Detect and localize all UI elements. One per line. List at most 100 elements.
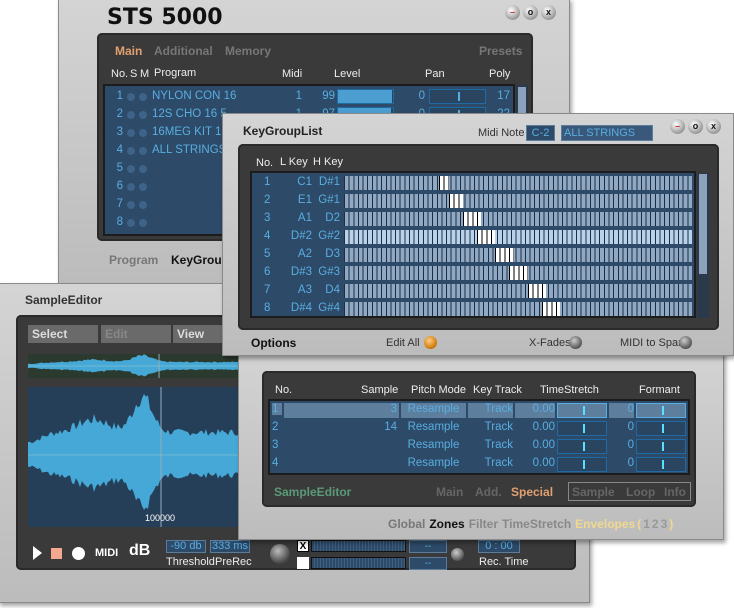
tab-keygroup[interactable]: KeyGroup	[171, 253, 229, 267]
mute-toggle[interactable]	[139, 111, 147, 119]
zone-bottom-tab[interactable]: 1	[643, 517, 650, 531]
stop-icon[interactable]	[51, 548, 62, 559]
tab-program[interactable]: Program	[109, 253, 158, 267]
zone-bottom-tab[interactable]: Global	[388, 517, 425, 531]
tab-memory[interactable]: Memory	[225, 44, 271, 58]
program-row[interactable]: 1 NYLON CON 16 1 99 0 17	[105, 88, 513, 106]
midi-button[interactable]: MIDI	[95, 547, 118, 559]
solo-toggle[interactable]	[127, 93, 135, 101]
formant-slider[interactable]	[636, 403, 686, 418]
minimize-icon[interactable]: –	[505, 5, 520, 20]
zone-tab-sample[interactable]: Sample	[572, 485, 615, 499]
mute-toggle[interactable]	[139, 93, 147, 101]
close-icon[interactable]: x	[541, 5, 556, 20]
tab-additional[interactable]: Additional	[154, 44, 213, 58]
keygroup-row[interactable]: 4 D#2 G#2	[252, 228, 694, 246]
timestretch-slider[interactable]	[557, 421, 607, 436]
midi-note-field[interactable]: C-2	[526, 125, 555, 141]
level-slider[interactable]	[337, 89, 394, 104]
db-button[interactable]: dB	[129, 542, 150, 560]
zone-bottom-tab[interactable]: Filter	[469, 517, 498, 531]
keyboard-range[interactable]	[344, 248, 692, 262]
keygroup-number: 8	[264, 302, 271, 314]
zone-tab-info[interactable]: Info	[664, 485, 686, 499]
pan-slider[interactable]	[429, 89, 486, 104]
solo-toggle[interactable]	[127, 165, 135, 173]
edit-all-toggle[interactable]	[424, 336, 437, 349]
program-name-field[interactable]: ALL STRINGS	[561, 125, 653, 141]
formant-slider[interactable]	[636, 421, 686, 436]
midi-to-span-toggle[interactable]	[679, 336, 692, 349]
mute-toggle[interactable]	[139, 147, 147, 155]
threshold-field[interactable]: -90 db	[166, 540, 206, 553]
waveform-display[interactable]	[28, 387, 248, 527]
x-fades-toggle[interactable]	[569, 336, 582, 349]
prerec-field[interactable]: 333 ms	[210, 540, 250, 553]
mute-toggle[interactable]	[139, 165, 147, 173]
zone-bottom-tab[interactable]: (	[637, 517, 641, 531]
minimize-icon[interactable]: –	[670, 119, 685, 134]
tab-main[interactable]: Main	[115, 44, 142, 58]
solo-toggle[interactable]	[127, 219, 135, 227]
keyboard-range[interactable]	[344, 230, 692, 244]
menu-edit[interactable]: Edit	[101, 325, 171, 343]
zone-bottom-tab[interactable]: )	[669, 517, 673, 531]
zone-bottom-tab[interactable]: Zones	[429, 517, 464, 531]
zone-bottom-tab[interactable]: 2	[652, 517, 659, 531]
restore-icon[interactable]: o	[688, 119, 703, 134]
timestretch-slider[interactable]	[557, 403, 607, 418]
keyboard-range[interactable]	[344, 302, 692, 316]
keyboard-range[interactable]	[344, 212, 692, 226]
mute-toggle[interactable]	[139, 201, 147, 209]
zone-bottom-tab[interactable]: Envelopes	[575, 517, 635, 531]
solo-toggle[interactable]	[127, 111, 135, 119]
input-checkbox-2[interactable]	[297, 557, 309, 569]
formant-slider[interactable]	[636, 457, 686, 472]
play-icon[interactable]	[33, 546, 42, 560]
solo-toggle[interactable]	[127, 129, 135, 137]
keygroup-list[interactable]: 1 C1 D#1 2 E1 G#1 3 A1 D2 4 D#2 G#2 5 A2 D3 6 D#3 G#3 7 A3 D…	[250, 171, 696, 318]
zone-bottom-tab[interactable]: TimeStretch	[502, 517, 571, 531]
close-icon[interactable]: x	[706, 119, 721, 134]
keygroup-row[interactable]: 7 A3 D4	[252, 282, 694, 300]
zone-tab-add[interactable]: Add.	[475, 485, 502, 499]
zone-bottom-tab[interactable]: 3	[661, 517, 668, 531]
menu-select[interactable]: Select	[28, 325, 98, 343]
keyboard-range[interactable]	[344, 176, 692, 190]
keyboard-range[interactable]	[344, 266, 692, 280]
mute-toggle[interactable]	[139, 183, 147, 191]
zone-row[interactable]: 2 14 Resample Track 0.00 0	[270, 420, 688, 437]
keygroup-row[interactable]: 2 E1 G#1	[252, 192, 694, 210]
zone-row[interactable]: 1 3 Resample Track 0.00 0	[270, 402, 688, 419]
zone-tab-main[interactable]: Main	[436, 485, 463, 499]
zone-row[interactable]: 4 Resample Track 0.00 0	[270, 456, 688, 473]
solo-toggle[interactable]	[127, 147, 135, 155]
keygroup-row[interactable]: 8 D#4 G#4	[252, 300, 694, 318]
waveform-overview[interactable]	[28, 354, 248, 378]
keygroup-row[interactable]: 3 A1 D2	[252, 210, 694, 228]
keyboard-range[interactable]	[344, 194, 692, 208]
timestretch-slider[interactable]	[557, 457, 607, 472]
keyboard-range[interactable]	[344, 284, 692, 298]
restore-icon[interactable]: o	[523, 5, 538, 20]
keygroup-row[interactable]: 6 D#3 G#3	[252, 264, 694, 282]
record-icon[interactable]	[72, 547, 85, 560]
keygroup-scrollbar[interactable]	[697, 173, 709, 318]
mute-toggle[interactable]	[139, 129, 147, 137]
formant-slider[interactable]	[636, 439, 686, 454]
gain-knob[interactable]	[270, 544, 290, 564]
solo-toggle[interactable]	[127, 183, 135, 191]
zone-tab-loop[interactable]: Loop	[626, 485, 655, 499]
solo-toggle[interactable]	[127, 201, 135, 209]
zone-row[interactable]: 3 Resample Track 0.00 0	[270, 438, 688, 455]
zone-list[interactable]: 1 3 Resample Track 0.00 0 2 14 Resample Track 0.00…	[268, 399, 690, 475]
record-arm-led[interactable]	[451, 548, 464, 561]
keygroup-row[interactable]: 5 A2 D3	[252, 246, 694, 264]
keygroup-row[interactable]: 1 C1 D#1	[252, 174, 694, 192]
zone-tab-special[interactable]: Special	[511, 485, 553, 499]
sample-editor-tab[interactable]: SampleEditor	[274, 485, 351, 499]
presets-tab[interactable]: Presets	[479, 44, 522, 58]
input-checkbox-1[interactable]: X	[297, 540, 309, 552]
timestretch-slider[interactable]	[557, 439, 607, 454]
mute-toggle[interactable]	[139, 219, 147, 227]
